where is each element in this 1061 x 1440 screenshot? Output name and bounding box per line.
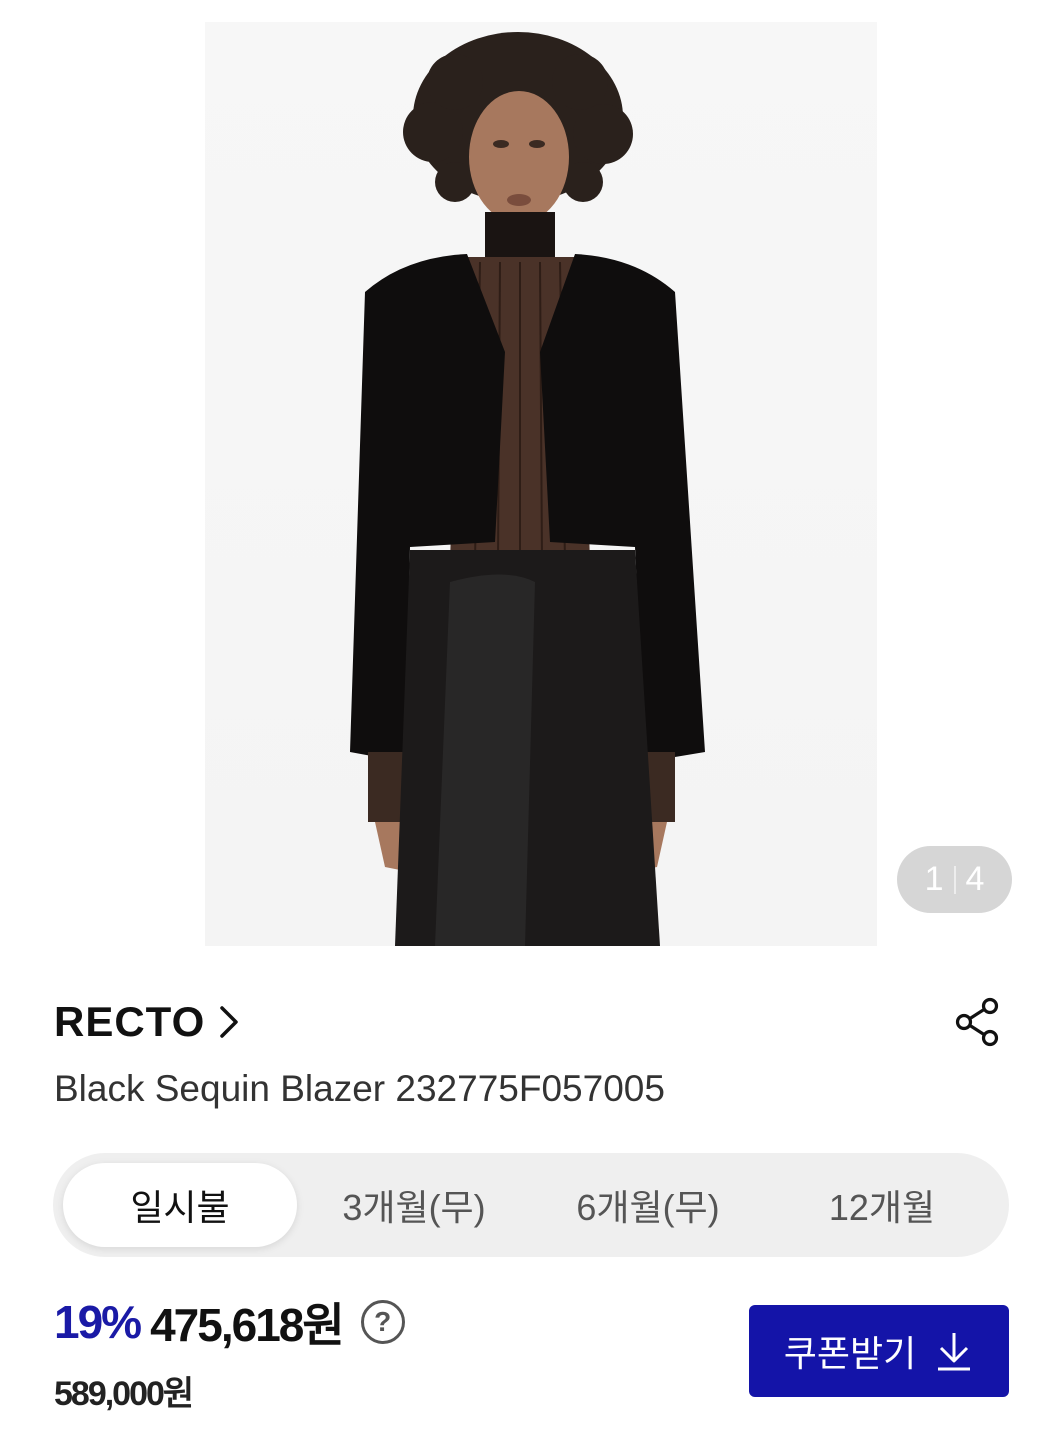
product-photo (350, 32, 705, 946)
original-price: 589,000원 (54, 1375, 194, 1413)
share-icon (955, 997, 999, 1047)
share-button[interactable] (950, 994, 1004, 1050)
tab-lump-sum[interactable]: 일시불 (63, 1163, 297, 1247)
product-title: Black Sequin Blazer 232775F057005 (54, 1068, 665, 1109)
tab-3-months[interactable]: 3개월(무) (297, 1163, 531, 1247)
sale-price: 475,618원 (150, 1299, 345, 1351)
pager-current: 1 (924, 860, 944, 898)
product-image-gallery[interactable]: 1 4 (0, 0, 1061, 946)
coupon-button-label: 쿠폰받기 (783, 1333, 917, 1374)
pager-total: 4 (965, 860, 985, 898)
brand-name: RECTO (54, 998, 206, 1045)
installment-tabs: 일시불 3개월(무) 6개월(무) 12개월 (53, 1153, 1009, 1257)
brand-link[interactable]: RECTO (54, 994, 239, 1050)
price-help-button[interactable]: ? (360, 1300, 405, 1344)
download-arrow-icon (938, 1333, 971, 1371)
tab-6-months[interactable]: 6개월(무) (531, 1163, 765, 1247)
price-row: 19% 475,618원 ? (54, 1292, 405, 1352)
coupon-download-button[interactable]: 쿠폰받기 (749, 1305, 1009, 1397)
tab-12-months[interactable]: 12개월 (765, 1163, 999, 1247)
question-icon: ? (374, 1306, 392, 1337)
pager-divider (953, 865, 956, 894)
discount-rate: 19% (54, 1296, 142, 1348)
image-pager-indicator: 1 4 (897, 846, 1012, 913)
chevron-right-icon (219, 1005, 239, 1039)
